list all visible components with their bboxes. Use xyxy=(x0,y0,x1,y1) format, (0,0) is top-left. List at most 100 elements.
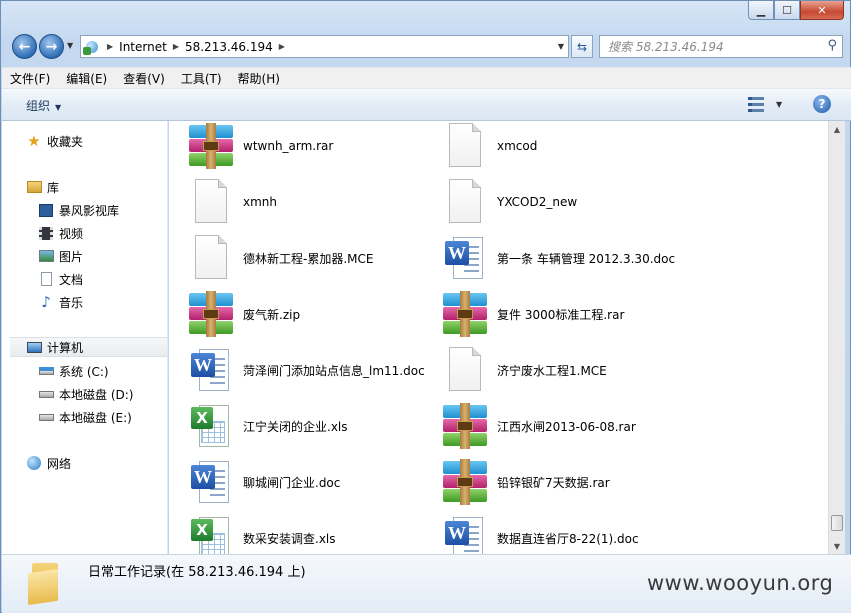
maximize-button[interactable]: ☐ xyxy=(774,1,800,20)
blank-file-icon xyxy=(187,235,235,281)
blank-file-icon xyxy=(187,179,235,225)
close-button[interactable]: ✕ xyxy=(800,1,844,20)
word-document-icon: W xyxy=(441,235,489,281)
file-name: 数据直连省厅8-22(1).doc xyxy=(497,531,639,546)
network-globe-icon xyxy=(83,39,101,55)
help-button[interactable]: ? xyxy=(813,95,831,113)
menu-file[interactable]: 文件(F) xyxy=(2,70,58,87)
archive-icon xyxy=(187,291,235,337)
library-icon xyxy=(26,179,42,195)
menu-edit[interactable]: 编辑(E) xyxy=(58,70,115,87)
hard-drive-icon xyxy=(38,386,54,402)
chevron-right-icon[interactable]: ▶ xyxy=(107,42,113,51)
nav-libraries[interactable]: 库 xyxy=(26,177,191,197)
scroll-down-arrow-icon[interactable]: ▼ xyxy=(829,538,845,554)
file-item[interactable]: W 第一条 车辆管理 2012.3.30.doc xyxy=(441,233,675,283)
nav-library-label: 暴风影视库 xyxy=(59,203,120,218)
nav-computer-label: 计算机 xyxy=(47,340,84,355)
menu-view[interactable]: 查看(V) xyxy=(115,70,173,87)
file-item[interactable]: X 数采安装调查.xls xyxy=(187,513,336,554)
navigation-pane: ★ 收藏夹 库 暴风影视库 视频 图片 文档 ♪ 音乐 计算机 系统 (C:) 本地… xyxy=(2,121,168,554)
chevron-right-icon[interactable]: ▶ xyxy=(279,42,285,51)
address-bar[interactable]: ▶ Internet ▶ 58.213.46.194 ▶ ▼ xyxy=(80,35,569,58)
archive-icon xyxy=(441,459,489,505)
file-name: 菏泽闸门添加站点信息_lm11.doc xyxy=(243,363,425,378)
file-item[interactable]: 铅锌银矿7天数据.rar xyxy=(441,457,610,507)
file-item[interactable]: 复件 3000标准工程.rar xyxy=(441,289,624,339)
back-button[interactable]: ← xyxy=(12,34,37,59)
menu-help[interactable]: 帮助(H) xyxy=(230,70,288,87)
file-item[interactable]: xmcod xyxy=(441,121,537,171)
file-name: 江西水闸2013-06-08.rar xyxy=(497,419,636,434)
archive-icon xyxy=(187,123,235,169)
address-history-dropdown[interactable]: ▼ xyxy=(558,42,564,51)
computer-icon xyxy=(26,339,42,355)
nav-library-label: 图片 xyxy=(59,249,84,264)
star-icon: ★ xyxy=(27,132,41,150)
file-item[interactable]: wtwnh_arm.rar xyxy=(187,121,333,171)
nav-network-label: 网络 xyxy=(47,456,72,471)
blank-file-icon xyxy=(441,123,489,169)
nav-drive-label: 本地磁盘 (E:) xyxy=(59,410,132,425)
caption-buttons: ▁ ☐ ✕ xyxy=(748,1,844,21)
help-icon: ? xyxy=(818,97,826,111)
film-icon xyxy=(38,225,54,241)
file-item[interactable]: W 聊城闸门企业.doc xyxy=(187,457,340,507)
file-name: 江宁关闭的企业.xls xyxy=(243,419,348,434)
recent-pages-dropdown[interactable]: ▼ xyxy=(67,41,73,50)
file-name: 铅锌银矿7天数据.rar xyxy=(497,475,610,490)
excel-spreadsheet-icon: X xyxy=(187,403,235,449)
scroll-up-arrow-icon[interactable]: ▲ xyxy=(829,121,845,137)
forward-arrow-icon: → xyxy=(45,38,58,55)
file-item[interactable]: 废气新.zip xyxy=(187,289,300,339)
nav-favorites[interactable]: ★ 收藏夹 xyxy=(26,131,191,151)
nav-library-label: 视频 xyxy=(59,226,84,241)
file-item[interactable]: W 菏泽闸门添加站点信息_lm11.doc xyxy=(187,345,425,395)
file-name: YXCOD2_new xyxy=(497,195,578,209)
back-arrow-icon: ← xyxy=(18,38,31,55)
nav-library-label: 文档 xyxy=(59,272,84,287)
menu-tools[interactable]: 工具(T) xyxy=(173,70,230,87)
change-view-icon[interactable] xyxy=(748,97,768,113)
file-item[interactable]: X 江宁关闭的企业.xls xyxy=(187,401,348,451)
nav-library-label: 音乐 xyxy=(59,295,84,310)
refresh-button[interactable]: ⇆ xyxy=(571,35,593,58)
file-name: 德林新工程-累加器.MCE xyxy=(243,251,374,266)
nav-network[interactable]: 网络 xyxy=(26,453,191,473)
search-placeholder: 搜索 58.213.46.194 xyxy=(608,40,724,54)
file-item[interactable]: YXCOD2_new xyxy=(441,177,577,227)
file-item[interactable]: 济宁废水工程1.MCE xyxy=(441,345,607,395)
file-item[interactable]: W 数据直连省厅8-22(1).doc xyxy=(441,513,639,554)
file-item[interactable]: xmnh xyxy=(187,177,277,227)
file-name: 数采安装调查.xls xyxy=(243,531,336,546)
nav-drive-label: 系统 (C:) xyxy=(59,364,109,379)
vertical-scrollbar[interactable]: ▲ ▼ xyxy=(828,121,845,554)
word-document-icon: W xyxy=(187,347,235,393)
minimize-button[interactable]: ▁ xyxy=(748,1,774,20)
picture-icon xyxy=(38,248,54,264)
scrollbar-thumb[interactable] xyxy=(831,515,843,531)
forward-button[interactable]: → xyxy=(39,34,64,59)
file-name: xmnh xyxy=(243,195,278,209)
search-icon[interactable]: ⚲ xyxy=(827,38,837,53)
explorer-window: ▁ ☐ ✕ ← → ▼ ▶ Internet ▶ 58.213.46.194 ▶… xyxy=(0,0,851,613)
organize-button[interactable]: 组织 ▼ xyxy=(26,97,61,114)
nav-libraries-label: 库 xyxy=(47,180,60,195)
file-item[interactable]: 江西水闸2013-06-08.rar xyxy=(441,401,636,451)
file-name: 济宁废水工程1.MCE xyxy=(497,363,607,378)
view-options-dropdown[interactable]: ▼ xyxy=(776,100,782,109)
blank-file-icon xyxy=(441,179,489,225)
watermark: www.wooyun.org xyxy=(647,571,834,595)
breadcrumb-internet[interactable]: Internet xyxy=(119,40,167,54)
file-item[interactable]: 德林新工程-累加器.MCE xyxy=(187,233,373,283)
breadcrumb-host[interactable]: 58.213.46.194 xyxy=(185,40,273,54)
file-name: 复件 3000标准工程.rar xyxy=(497,307,625,322)
command-bar: 组织 ▼ ▼ ? xyxy=(2,89,851,121)
nav-computer[interactable]: 计算机 xyxy=(10,337,167,357)
navigation-row: ← → ▼ ▶ Internet ▶ 58.213.46.194 ▶ ▼ ⇆ 搜… xyxy=(1,31,851,61)
chevron-right-icon[interactable]: ▶ xyxy=(173,42,179,51)
music-note-icon: ♪ xyxy=(41,293,51,311)
chevron-down-icon: ▼ xyxy=(55,103,62,112)
search-input[interactable]: 搜索 58.213.46.194 ⚲ xyxy=(599,35,843,58)
organize-label: 组织 xyxy=(26,99,51,113)
